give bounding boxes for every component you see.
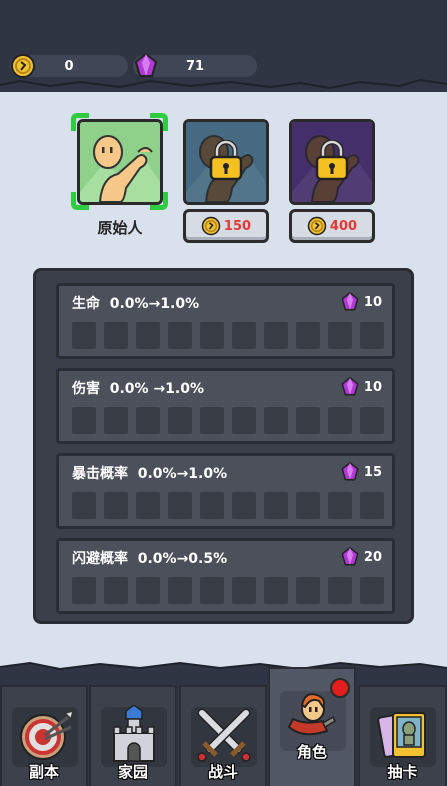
character-name: 原始人 [97,219,143,237]
gem-counter: 71 [133,53,257,77]
progress-cell [136,407,160,434]
progress-cells [72,322,384,349]
caveman-portrait [80,122,160,202]
castle-icon [113,705,155,762]
progress-cell [136,492,160,519]
progress-cell [104,322,128,349]
price-label: 150 [223,218,252,234]
progress-cell [136,577,160,604]
progress-cell [296,322,320,349]
card-icon [377,712,426,758]
progress-cell [264,407,288,434]
progress-cell [232,322,256,349]
progress-cell [104,577,128,604]
progress-cell [104,407,128,434]
progress-cell [104,492,128,519]
stat-label: 暴击概率 0.0%→1.0% [72,466,228,482]
progress-cell [232,492,256,519]
progress-cell [360,322,384,349]
lock-icon [315,140,349,181]
progress-cell [200,577,224,604]
tab-label: 战斗 [207,763,238,781]
progress-cell [360,492,384,519]
progress-cell [72,492,96,519]
progress-cell [232,407,256,434]
stat-cost: 20 [340,547,382,567]
progress-cell [168,577,192,604]
tab-label: 角色 [296,743,327,761]
price-label: 400 [329,218,358,234]
gem-icon [341,462,359,481]
cost-value: 10 [363,294,382,310]
progress-cells [72,492,384,519]
tab-label: 副本 [28,763,59,781]
progress-cell [360,407,384,434]
cost-value: 20 [363,549,382,565]
progress-cell [264,577,288,604]
tab-home[interactable]: 家园 [89,685,177,786]
progress-cell [136,322,160,349]
progress-cell [264,492,288,519]
progress-cell [232,577,256,604]
stat-cost: 10 [340,377,382,397]
progress-cell [168,322,192,349]
progress-cell [200,492,224,519]
gem-icon [341,292,359,311]
tab-label: 抽卡 [387,763,418,781]
progress-cell [328,407,352,434]
progress-cell [168,407,192,434]
gem-value: 71 [185,58,205,74]
unlock-button-150[interactable]: 150 [183,209,269,243]
coin-icon [307,216,327,236]
notification-dot [330,678,350,698]
stat-row-health[interactable]: 生命 0.0%→1.0% 10 [56,283,395,359]
stat-cost: 15 [340,462,382,482]
progress-cell [296,577,320,604]
coin-counter: 0 [10,54,128,78]
stat-label: 伤害 0.0% →1.0% [72,381,205,397]
stat-label: 生命 0.0%→1.0% [72,296,200,312]
cost-value: 10 [363,379,382,395]
progress-cell [328,322,352,349]
lock-icon [209,140,243,181]
stat-row-crit-chance[interactable]: 暴击概率 0.0%→1.0% 15 [56,453,395,529]
progress-cells [72,407,384,434]
crossed-swords-icon [197,708,251,762]
progress-cell [72,322,96,349]
stat-row-damage[interactable]: 伤害 0.0% →1.0% 10 [56,368,395,444]
progress-cell [264,322,288,349]
progress-cell [72,407,96,434]
stat-label: 闪避概率 0.0%→0.5% [72,551,228,567]
gem-icon [341,377,359,396]
coin-value: 0 [64,58,74,74]
tab-dungeon[interactable]: 副本 [0,685,88,786]
progress-cell [200,322,224,349]
stat-row-dodge-chance[interactable]: 闪避概率 0.0%→0.5% 20 [56,538,395,614]
progress-cell [360,577,384,604]
tab-label: 家园 [117,763,148,781]
gem-icon [341,547,359,566]
tab-gacha[interactable]: 抽卡 [358,685,447,786]
stat-upgrade-panel: 生命 0.0%→1.0% 10 伤害 0.0% →1.0% 10 暴击概率 0.… [33,268,414,624]
unlock-button-400[interactable]: 400 [289,209,375,243]
stat-cost: 10 [340,292,382,312]
progress-cell [168,492,192,519]
progress-cell [200,407,224,434]
character-card-caveman[interactable] [77,119,163,205]
progress-cell [328,577,352,604]
progress-cell [328,492,352,519]
target-icon [20,709,75,760]
progress-cell [296,407,320,434]
progress-cells [72,577,384,604]
tab-battle[interactable]: 战斗 [179,685,267,786]
coin-icon [201,216,221,236]
progress-cell [296,492,320,519]
progress-cell [72,577,96,604]
cost-value: 15 [363,464,382,480]
